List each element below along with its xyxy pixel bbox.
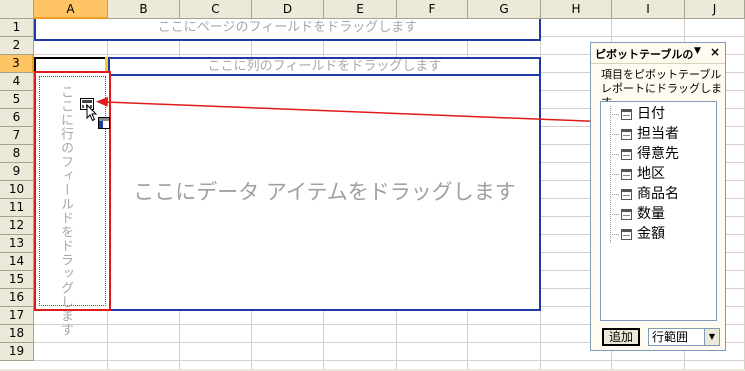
tree-connector [610, 234, 620, 235]
row-header[interactable]: 9 [0, 163, 34, 181]
tree-connector [610, 134, 620, 135]
field-icon [621, 209, 632, 220]
tree-connector [610, 174, 620, 175]
row-header[interactable]: 13 [0, 235, 34, 253]
row-header[interactable]: 19 [0, 343, 34, 361]
field-label: 数量 [637, 206, 665, 222]
grid-line [34, 360, 745, 361]
row-header[interactable]: 17 [0, 307, 34, 325]
pivot-field-item[interactable]: 得意先 [610, 145, 710, 164]
spreadsheet: A B C D E F G H I J 1 2 3 4 5 6 7 8 9 10 11 12 13 14 15 16 17 18 19 … [0, 0, 745, 371]
row-field-drop-label: ここに行のフィールドをドラッグします [58, 85, 73, 337]
row-header[interactable]: 10 [0, 181, 34, 199]
row-header[interactable]: 3 [0, 55, 34, 73]
row-header[interactable]: 18 [0, 325, 34, 343]
panel-title: ピボットテーブルの [595, 48, 694, 61]
field-icon [621, 189, 632, 200]
column-header[interactable]: J [685, 0, 745, 19]
chevron-down-icon[interactable]: ▼ [704, 329, 719, 345]
row-header[interactable]: 16 [0, 289, 34, 307]
row-header[interactable]: 15 [0, 271, 34, 289]
column-header[interactable]: C [180, 0, 252, 19]
panel-title-bar[interactable]: ピボットテーブルの ▼ × [591, 43, 725, 64]
row-header[interactable]: 4 [0, 73, 34, 91]
field-list: 日付担当者得意先地区商品名数量金額 [600, 101, 717, 321]
row-header[interactable]: 7 [0, 127, 34, 145]
field-label: 日付 [637, 106, 665, 122]
field-icon [621, 149, 632, 160]
panel-menu-dropdown-icon[interactable]: ▼ [694, 46, 701, 56]
data-item-drop-zone[interactable]: ここにデータ アイテムをドラッグします [108, 74, 541, 311]
row-header[interactable]: 1 [0, 19, 34, 37]
select-all-corner[interactable] [0, 0, 34, 19]
panel-close-icon[interactable]: × [710, 45, 720, 59]
column-field-drop-label: ここに列のフィールドをドラッグします [207, 59, 442, 74]
column-header[interactable]: H [541, 0, 612, 19]
field-label: 地区 [637, 166, 665, 182]
field-icon [621, 229, 632, 240]
tree-connector [610, 194, 620, 195]
field-icon [621, 169, 632, 180]
tree-connector [610, 154, 620, 155]
row-header[interactable]: 5 [0, 91, 34, 109]
pivot-field-item[interactable]: 金額 [610, 225, 710, 244]
mouse-pointer-icon [86, 104, 98, 122]
pivot-drop-cursor-icon [98, 117, 110, 129]
column-header[interactable]: I [612, 0, 685, 19]
tree-connector [610, 114, 620, 115]
data-item-drop-label: ここにデータ アイテムをドラッグします [133, 180, 516, 204]
pivot-table-field-list-panel: ピボットテーブルの ▼ × 項目をピボットテーブル レポートにドラッグします 日… [590, 42, 726, 351]
row-field-drop-zone[interactable]: ここに行のフィールドをドラッグします [34, 71, 111, 337]
column-header[interactable]: A [34, 0, 108, 19]
pivot-field-item[interactable]: 数量 [610, 205, 710, 224]
area-select-value: 行範囲 [652, 330, 689, 344]
row-header[interactable]: 8 [0, 145, 34, 163]
field-label: 金額 [637, 226, 665, 242]
row-header[interactable]: 14 [0, 253, 34, 271]
row-header[interactable]: 12 [0, 217, 34, 235]
column-header[interactable]: E [324, 0, 397, 19]
row-header[interactable]: 6 [0, 109, 34, 127]
page-field-drop-zone[interactable]: ここにページのフィールドをドラッグします [34, 19, 541, 41]
row-header[interactable]: 11 [0, 199, 34, 217]
pivot-field-item[interactable]: 商品名 [610, 185, 710, 204]
column-header[interactable]: F [397, 0, 468, 19]
add-button[interactable]: 追加 [602, 328, 640, 346]
field-label: 得意先 [637, 146, 679, 162]
row-header[interactable]: 2 [0, 37, 34, 55]
pivot-field-item[interactable]: 担当者 [610, 125, 710, 144]
column-header[interactable]: B [108, 0, 180, 19]
field-label: 担当者 [637, 126, 679, 142]
field-label: 商品名 [637, 186, 679, 202]
field-icon [621, 109, 632, 120]
column-header[interactable]: D [252, 0, 324, 19]
tree-connector [610, 214, 620, 215]
column-header[interactable]: G [468, 0, 541, 19]
pivot-field-item[interactable]: 地区 [610, 165, 710, 184]
area-select[interactable]: 行範囲 ▼ [648, 328, 720, 346]
pivot-field-item[interactable]: 日付 [610, 105, 710, 124]
page-field-drop-label: ここにページのフィールドをドラッグします [157, 20, 418, 35]
field-icon [621, 129, 632, 140]
